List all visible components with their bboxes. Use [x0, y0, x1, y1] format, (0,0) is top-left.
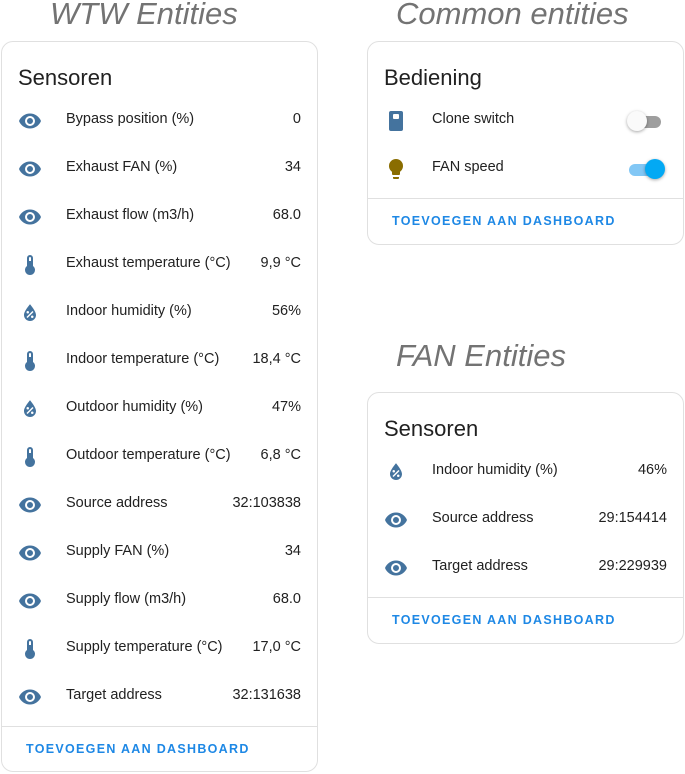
fan-sensors-card: Sensoren Indoor humidity (%) 46% Source ad…: [367, 392, 684, 644]
add-to-dashboard-button[interactable]: TOEVOEGEN AAN DASHBOARD: [26, 742, 250, 756]
entity-value: 17,0 °C: [252, 639, 301, 655]
entity-label[interactable]: Indoor temperature (°C): [66, 351, 219, 367]
entity-label[interactable]: Supply temperature (°C): [66, 639, 223, 655]
fan-entities-heading: FAN Entities: [396, 338, 566, 373]
entity-label[interactable]: Supply flow (m3/h): [66, 591, 186, 607]
card-title: Sensoren: [18, 65, 113, 90]
entity-value: 68.0: [272, 591, 301, 607]
eye-icon: [18, 685, 42, 709]
entity-toggle-switch[interactable]: [627, 159, 665, 179]
toggle-knob: [645, 159, 665, 179]
add-to-dashboard-button[interactable]: TOEVOEGEN AAN DASHBOARD: [392, 214, 616, 228]
card-title: Sensoren: [384, 416, 479, 441]
entity-row[interactable]: Supply temperature (°C) 17,0 °C: [2, 625, 317, 673]
card-title: Bediening: [384, 65, 482, 90]
entity-row[interactable]: Supply flow (m3/h) 68.0: [2, 577, 317, 625]
toggle-knob: [627, 111, 647, 131]
entity-row[interactable]: Exhaust FAN (%) 34: [2, 145, 317, 193]
eye-icon: [18, 493, 42, 517]
humidity-icon: [18, 397, 42, 421]
entity-value: 56%: [271, 303, 301, 319]
entity-label[interactable]: Source address: [432, 510, 534, 526]
wtw-entities-heading: WTW Entities: [50, 0, 238, 31]
add-to-dashboard-button[interactable]: TOEVOEGEN AAN DASHBOARD: [392, 613, 616, 627]
entity-row[interactable]: Clone switch: [368, 97, 683, 145]
entity-value: 6,8 °C: [260, 447, 301, 463]
entity-value: 32:103838: [232, 495, 301, 511]
entity-label[interactable]: Source address: [66, 495, 168, 511]
entity-value: 34: [284, 159, 301, 175]
entity-label[interactable]: Target address: [66, 687, 162, 703]
entity-label[interactable]: Exhaust flow (m3/h): [66, 207, 194, 223]
entity-value: 47%: [271, 399, 301, 415]
eye-icon: [18, 589, 42, 613]
entity-row[interactable]: Source address 29:154414: [368, 496, 683, 544]
entity-label[interactable]: Clone switch: [432, 111, 514, 127]
entity-row[interactable]: Indoor temperature (°C) 18,4 °C: [2, 337, 317, 385]
entity-value: 29:229939: [598, 558, 667, 574]
entity-row[interactable]: Target address 32:131638: [2, 673, 317, 721]
thermometer-icon: [18, 637, 42, 661]
common-entities-heading: Common entities: [396, 0, 629, 31]
wtw-sensors-card: Sensoren Bypass position (%) 0 Exhaust FAN…: [1, 41, 318, 772]
entity-value: 0: [292, 111, 301, 127]
eye-icon: [384, 556, 408, 580]
entity-row[interactable]: Indoor humidity (%) 56%: [2, 289, 317, 337]
entity-row[interactable]: Indoor humidity (%) 46%: [368, 448, 683, 496]
entity-value: 46%: [637, 462, 667, 478]
entity-label[interactable]: Exhaust temperature (°C): [66, 255, 231, 271]
humidity-icon: [18, 301, 42, 325]
entity-label[interactable]: Bypass position (%): [66, 111, 194, 127]
thermometer-icon: [18, 445, 42, 469]
lightbulb-icon: [384, 157, 408, 181]
entity-label[interactable]: Outdoor humidity (%): [66, 399, 203, 415]
eye-icon: [18, 109, 42, 133]
entity-row[interactable]: Bypass position (%) 0: [2, 97, 317, 145]
entity-label[interactable]: Supply FAN (%): [66, 543, 169, 559]
entity-label[interactable]: Indoor humidity (%): [432, 462, 558, 478]
entity-value: 34: [284, 543, 301, 559]
entity-row[interactable]: Source address 32:103838: [2, 481, 317, 529]
entity-value: 29:154414: [598, 510, 667, 526]
thermometer-icon: [18, 253, 42, 277]
eye-icon: [18, 157, 42, 181]
humidity-icon: [384, 460, 408, 484]
card-divider: [368, 198, 683, 199]
entity-row[interactable]: Supply FAN (%) 34: [2, 529, 317, 577]
card-divider: [368, 597, 683, 598]
card-divider: [2, 726, 317, 727]
entity-label[interactable]: Exhaust FAN (%): [66, 159, 177, 175]
entity-row[interactable]: FAN speed: [368, 145, 683, 193]
entity-row[interactable]: Outdoor temperature (°C) 6,8 °C: [2, 433, 317, 481]
eye-icon: [18, 541, 42, 565]
remote-switch-icon: [384, 109, 408, 133]
entity-value: 68.0: [272, 207, 301, 223]
entity-value: 9,9 °C: [260, 255, 301, 271]
entity-label[interactable]: Target address: [432, 558, 528, 574]
entity-label[interactable]: Indoor humidity (%): [66, 303, 192, 319]
eye-icon: [18, 205, 42, 229]
entity-label[interactable]: FAN speed: [432, 159, 504, 175]
controls-card: Bediening Clone switch FAN speed TOEVOEGE…: [367, 41, 684, 245]
entity-row[interactable]: Exhaust flow (m3/h) 68.0: [2, 193, 317, 241]
entity-value: 18,4 °C: [252, 351, 301, 367]
entity-row[interactable]: Target address 29:229939: [368, 544, 683, 592]
entity-label[interactable]: Outdoor temperature (°C): [66, 447, 231, 463]
entity-toggle-switch[interactable]: [627, 111, 663, 131]
entity-value: 32:131638: [232, 687, 301, 703]
eye-icon: [384, 508, 408, 532]
entity-row[interactable]: Outdoor humidity (%) 47%: [2, 385, 317, 433]
entity-row[interactable]: Exhaust temperature (°C) 9,9 °C: [2, 241, 317, 289]
thermometer-icon: [18, 349, 42, 373]
